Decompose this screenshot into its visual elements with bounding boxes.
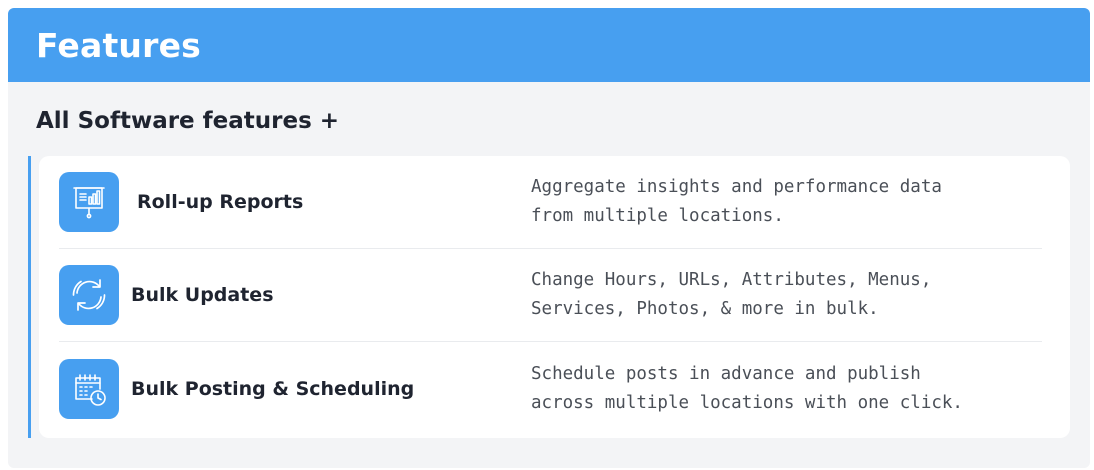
feature-name: Roll-up Reports — [137, 191, 304, 213]
feature-row-bulk-updates: Bulk Updates Change Hours, URLs, Attribu… — [59, 249, 1042, 342]
feature-name: Bulk Updates — [131, 284, 274, 306]
features-card: Features All Software features + Roll-up… — [8, 8, 1090, 468]
feature-row-roll-up-reports: Roll-up Reports Aggregate insights and p… — [59, 156, 1042, 249]
feature-description: Aggregate insights and performance data … — [531, 173, 1031, 231]
feature-name: Bulk Posting & Scheduling — [131, 377, 415, 400]
calendar-clock-icon — [59, 358, 119, 419]
feature-description-line: Aggregate insights and performance data — [531, 177, 942, 197]
presentation-chart-icon — [59, 172, 119, 232]
feature-description-line: Change Hours, URLs, Attributes, Menus, — [531, 270, 932, 290]
feature-description-line: Schedule posts in advance and publish — [531, 363, 921, 384]
feature-list: Roll-up Reports Aggregate insights and p… — [39, 156, 1070, 438]
feature-description-line: from multiple locations. — [531, 206, 784, 226]
feature-description-line: across multiple locations with one click… — [531, 392, 963, 413]
feature-description: Change Hours, URLs, Attributes, Menus, S… — [531, 266, 1031, 324]
feature-row-bulk-posting-scheduling: Bulk Posting & Scheduling Schedule posts… — [59, 342, 1042, 435]
refresh-icon — [59, 265, 119, 325]
feature-description: Schedule posts in advance and publish ac… — [531, 360, 1031, 418]
feature-list-accent: Roll-up Reports Aggregate insights and p… — [28, 156, 1070, 438]
section-subtitle: All Software features + — [36, 108, 340, 134]
features-header: Features — [8, 8, 1090, 82]
page-title: Features — [36, 25, 202, 65]
feature-description-line: Services, Photos, & more in bulk. — [531, 299, 879, 319]
